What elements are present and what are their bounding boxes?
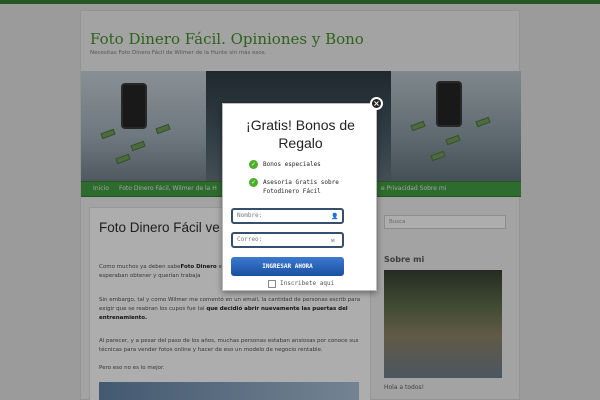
modal-item-asesoria: Asesoría Gratis sobre [263, 179, 339, 186]
user-icon: 👤 [331, 213, 339, 220]
close-icon[interactable]: × [370, 97, 383, 110]
subscribe-checkbox[interactable] [268, 280, 276, 288]
name-input[interactable]: Nombre: 👤 [231, 208, 344, 224]
check-icon: ✓ [249, 160, 258, 169]
envelope-icon: ✉ [331, 237, 335, 244]
modal-title: ¡Gratis! Bonos de Regalo [246, 117, 355, 151]
email-input[interactable]: Correo: ✉ [231, 232, 344, 248]
modal-item-bonos: Bonos especiales [263, 161, 321, 168]
subscribe-label: Inscribete aqui [280, 280, 335, 287]
submit-button[interactable]: INGRESAR AHORA [231, 257, 344, 276]
check-icon: ✓ [249, 178, 258, 187]
email-placeholder: Correo: [237, 236, 263, 243]
bonus-modal: ¡Gratis! Bonos de Regalo ✓ Bonos especia… [222, 103, 377, 291]
modal-item-fotodinero: Fotodinero Fácil [263, 188, 321, 195]
name-placeholder: Nombre: [237, 212, 263, 219]
